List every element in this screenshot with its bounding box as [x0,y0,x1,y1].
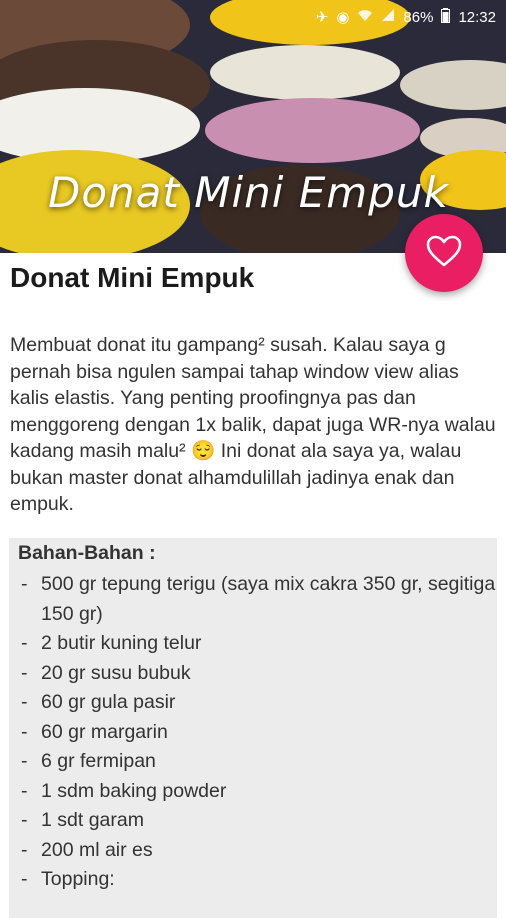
ingredient-item: 60 gr gula pasir [9,688,497,718]
recipe-title: Donat Mini Empuk [10,262,255,293]
ingredient-item: 1 sdm baking powder [9,777,497,807]
hero-title: Donat Mini Empuk [48,168,449,217]
ingredient-item: 200 ml air es [9,836,497,866]
ingredients-panel: Bahan-Bahan : 500 gr tepung terigu (saya… [9,538,497,918]
wifi-icon [357,8,373,26]
alarm-icon: ◉ [336,9,350,26]
ingredients-heading: Bahan-Bahan : [18,542,156,564]
favorite-button[interactable] [405,214,483,292]
ingredient-item: 1 sdt garam [9,806,497,836]
signal-icon [381,8,395,26]
recipe-description: Membuat donat itu gampang² susah. Kalau … [10,334,496,515]
battery-icon [441,7,451,27]
ingredient-item: Topping: [9,865,497,895]
ingredient-item: 6 gr fermipan [9,747,497,777]
ingredient-item: 20 gr susu bubuk [9,659,497,689]
ingredient-item: 500 gr tepung terigu (saya mix cakra 350… [9,570,497,629]
notification-icon: ✈ [315,9,329,26]
ingredient-item: 60 gr margarin [9,718,497,748]
hero-image: ✈ ◉ 86% 12:32 Donat Mini Empuk [0,0,506,253]
ingredient-item: 2 butir kuning telur [9,629,497,659]
status-bar: ✈ ◉ 86% 12:32 [0,0,506,34]
heart-outline-icon [425,234,463,273]
battery-level: 86% [403,8,434,26]
clock: 12:32 [458,8,496,26]
ingredients-list: 500 gr tepung terigu (saya mix cakra 350… [9,570,497,895]
